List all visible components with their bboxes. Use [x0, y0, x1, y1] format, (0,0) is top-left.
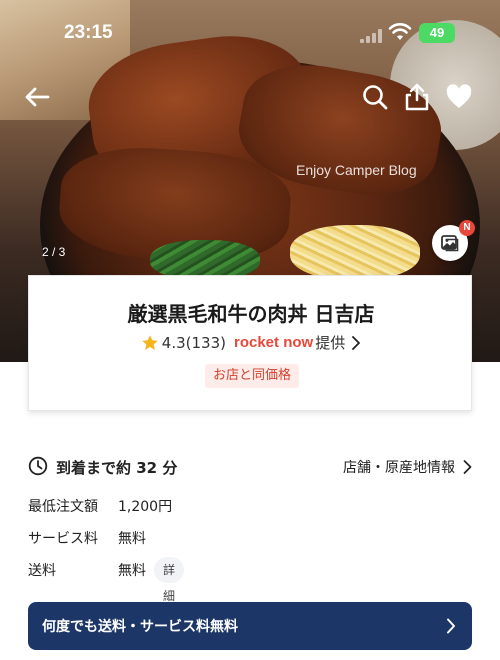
back-arrow-icon[interactable]: [22, 82, 52, 112]
greens-topping: [150, 240, 260, 280]
delivery-eta: 到着まで約 32 分: [56, 459, 178, 477]
chevron-right-icon: [463, 460, 472, 474]
store-origin-info-label: 店舗・原産地情報: [343, 460, 455, 476]
battery-indicator: 49: [419, 23, 455, 43]
rating-score: 4.3: [161, 333, 186, 352]
store-origin-info-link[interactable]: 店舗・原産地情報: [343, 457, 472, 477]
delivery-fee-value: 無料: [118, 563, 146, 579]
provider-suffix: 提供: [315, 334, 346, 352]
watermark-text: Enjoy Camper Blog: [296, 162, 417, 178]
service-fee-label: サービス料: [28, 531, 98, 547]
share-icon[interactable]: [402, 82, 432, 112]
favorite-heart-icon[interactable]: [444, 82, 474, 112]
status-time: 23:15: [64, 22, 113, 43]
min-order-value: 1,200円: [118, 499, 173, 515]
search-icon[interactable]: [360, 82, 390, 112]
service-fee-value: 無料: [118, 531, 146, 547]
new-badge: N: [459, 220, 475, 236]
photo-gallery-icon: [441, 235, 459, 252]
fee-detail-button[interactable]: 詳細: [154, 557, 185, 603]
star-icon: [142, 334, 158, 350]
rating-row[interactable]: 4.3 (133) rocket now 提供: [29, 332, 473, 353]
delivery-fee-label: 送料: [28, 563, 56, 579]
rocket-now-logo: rocket now: [234, 334, 314, 351]
delivery-eta-row: 到着まで約 32 分 店舗・原産地情報: [28, 455, 472, 477]
chevron-right-icon: [352, 335, 361, 350]
status-bar: 23:15 49: [0, 0, 500, 60]
store-name: 厳選黒毛和牛の肉丼 日吉店: [127, 302, 375, 326]
battery-level: 49: [429, 25, 445, 40]
clock-icon: [28, 456, 48, 476]
store-info-card: 厳選黒毛和牛の肉丼 日吉店 4.3 (133) rocket now 提供 お店…: [28, 275, 472, 411]
min-order-label: 最低注文額: [28, 499, 98, 515]
review-count: (133): [185, 333, 226, 352]
promo-text: 何度でも送料・サービス料無料: [42, 619, 238, 635]
chevron-right-icon: [447, 618, 455, 634]
free-shipping-promo-bar[interactable]: 何度でも送料・サービス料無料: [28, 602, 472, 650]
same-price-badge: お店と同価格: [205, 364, 300, 388]
image-page-indicator: 2 / 3: [42, 245, 66, 259]
sprouts-topping: [290, 225, 420, 280]
cellular-signal-icon: [360, 29, 382, 43]
wifi-icon: [388, 23, 412, 40]
